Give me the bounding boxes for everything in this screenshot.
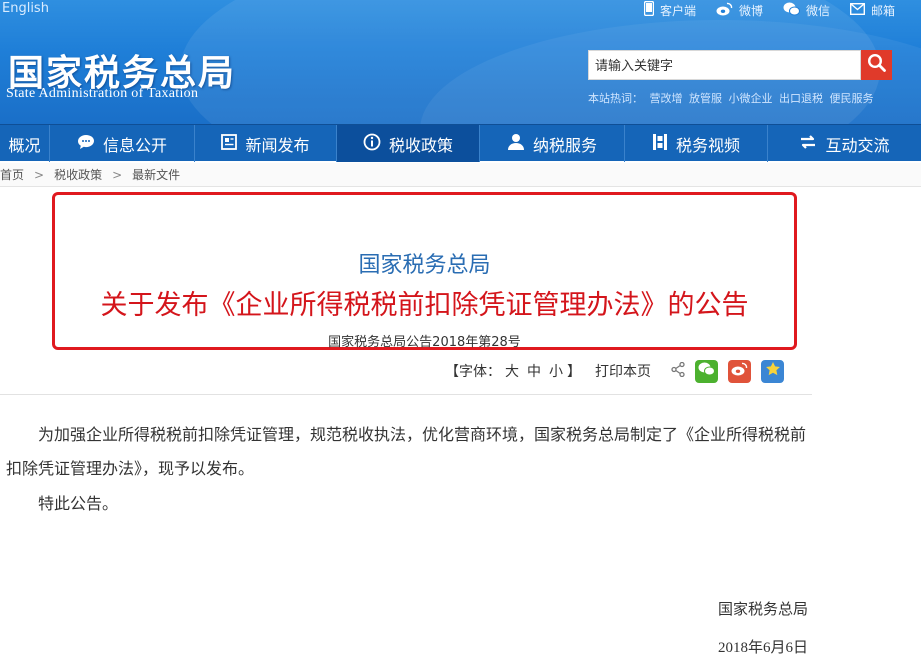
nav-item-overview[interactable]: 概况 [0, 125, 50, 162]
wechat-icon [698, 362, 715, 380]
share-icon[interactable] [671, 361, 685, 381]
nav-item-label: 信息公开 [102, 135, 167, 155]
chat-bubble-icon [77, 134, 95, 154]
exchange-icon [799, 134, 817, 154]
hot-word[interactable]: 小微企业 [729, 92, 773, 105]
english-link[interactable]: English [2, 1, 49, 16]
star-icon [765, 361, 781, 381]
wechat-link-label: 微信 [805, 4, 830, 18]
breadcrumb-tax-policy[interactable]: 税收政策 [54, 166, 102, 183]
person-icon [507, 133, 525, 155]
share-wechat-button[interactable] [695, 359, 718, 383]
mobile-icon [643, 0, 655, 20]
info-icon [363, 133, 381, 155]
hot-words-label: 本站热词： [588, 92, 643, 105]
breadcrumb: 首页 > 税收政策 > 最新文件 [0, 163, 921, 187]
body-closing: 特此公告。 [38, 494, 119, 513]
client-link-label: 客户端 [659, 4, 696, 18]
font-size-large-button[interactable]: 大 [505, 361, 519, 381]
nav-item-label: 互动交流 [825, 135, 890, 155]
article-tools: 【字体： 大 中 小 】 打印本页 [445, 359, 784, 383]
signature-org: 国家税务总局 [718, 600, 809, 618]
weibo-link-label: 微博 [738, 4, 763, 18]
mail-link[interactable]: 邮箱 [849, 1, 895, 20]
site-header: English 客户端 微博 微信 邮箱 国家税务总局 State Admini… [0, 0, 921, 124]
font-size-small-button[interactable]: 小 [549, 361, 563, 381]
search-icon [867, 53, 887, 77]
share-qzone-button[interactable] [761, 359, 784, 383]
breadcrumb-latest-files[interactable]: 最新文件 [132, 166, 180, 183]
nav-item-label: 税收政策 [388, 135, 453, 155]
nav-item-interaction[interactable]: 互动交流 [768, 125, 921, 162]
font-size-label-open: 【字体： [445, 364, 501, 380]
title-highlight-box: 国家税务总局 关于发布《企业所得税税前扣除凭证管理办法》的公告 国家税务总局公告… [52, 192, 797, 350]
wechat-link[interactable]: 微信 [783, 1, 830, 20]
hot-word[interactable]: 便民服务 [830, 92, 874, 105]
nav-item-label: 新闻发布 [245, 135, 310, 155]
share-weibo-button[interactable] [728, 359, 751, 383]
news-icon [221, 133, 238, 154]
article-doc-number: 国家税务总局公告2018年第28号 [328, 335, 521, 350]
weibo-link[interactable]: 微博 [716, 1, 763, 20]
nav-item-tax-policy[interactable]: 税收政策 [337, 125, 480, 162]
search-button[interactable] [861, 50, 892, 80]
weibo-icon [716, 2, 733, 20]
print-button[interactable]: 打印本页 [595, 361, 651, 381]
video-icon [652, 133, 668, 155]
font-size-medium-button[interactable]: 中 [527, 361, 541, 381]
site-subtitle: State Administration of Taxation [6, 86, 199, 101]
nav-item-tax-service[interactable]: 纳税服务 [480, 125, 625, 162]
wechat-icon [783, 2, 800, 20]
client-link[interactable]: 客户端 [643, 0, 696, 20]
search-input[interactable] [588, 50, 861, 80]
nav-item-video[interactable]: 税务视频 [625, 125, 768, 162]
hot-word[interactable]: 营改增 [650, 92, 683, 105]
breadcrumb-separator: > [112, 167, 123, 182]
hot-words: 本站热词： 营改增 放管服 小微企业 出口退税 便民服务 [588, 90, 877, 106]
weibo-icon [731, 362, 748, 380]
font-size-label-close: 】 [567, 364, 581, 380]
hot-word[interactable]: 出口退税 [779, 92, 823, 105]
breadcrumb-separator: > [34, 167, 45, 182]
mail-icon [849, 2, 865, 19]
body-paragraph: 为加强企业所得税税前扣除凭证管理，规范税收执法，优化营商环境，国家税务总局制定了… [6, 425, 807, 478]
hot-word[interactable]: 放管服 [689, 92, 722, 105]
main-nav: 概况 信息公开 新闻发布 税收政策 纳税服务 税务视频 互动交流 [0, 124, 921, 162]
nav-item-info-disclosure[interactable]: 信息公开 [50, 125, 195, 162]
breadcrumb-home[interactable]: 首页 [0, 166, 24, 183]
mail-link-label: 邮箱 [870, 4, 895, 18]
nav-item-label: 纳税服务 [532, 135, 597, 155]
nav-item-news[interactable]: 新闻发布 [195, 125, 337, 162]
top-links: 客户端 微博 微信 邮箱 [643, 0, 895, 20]
nav-item-label: 概况 [8, 135, 41, 155]
article-title: 关于发布《企业所得税税前扣除凭证管理办法》的公告 [100, 290, 749, 321]
content-divider [0, 394, 812, 395]
article-org: 国家税务总局 [358, 253, 491, 278]
nav-item-label: 税务视频 [675, 135, 740, 155]
signature-date: 2018年6月6日 [718, 640, 809, 656]
